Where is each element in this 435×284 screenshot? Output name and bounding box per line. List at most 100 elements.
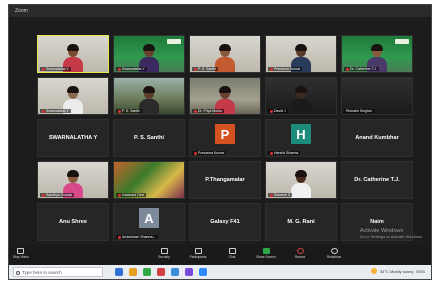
chat-label: Chat [228,255,236,259]
participant-tile[interactable]: Swarnalatha Y [113,35,185,73]
participant-display-name: Anu Shree [59,219,87,225]
mic-muted-icon [270,109,273,113]
participant-tile[interactable]: P Pravanna Kumar [189,119,261,157]
smiley-icon [330,248,338,254]
participant-tile[interactable]: P. S. Santhi [113,119,185,157]
participant-name: Kalaivani Devi [122,193,145,197]
participant-tile[interactable]: P. S. Santhi [189,35,261,73]
share-screen-button[interactable]: Share Screen [251,248,281,259]
participant-name: P. S. Santhi [198,67,217,71]
mic-muted-icon [194,67,197,71]
chat-bubble-icon [228,248,236,254]
participant-name-label: Ramesh S [268,193,293,197]
browser-icon[interactable] [157,268,165,276]
participant-name-label: Swarnalatha Y [40,109,71,113]
participant-name-label: Dr. Priya Muthu [192,109,225,113]
participant-name-label: Sandhya Gowda [40,193,74,197]
participant-tile[interactable]: Rishabh Singhal [341,77,413,115]
participant-name-label: Swarnalatha Y [116,67,147,71]
participant-display-name: Galaxy F41 [210,219,240,225]
participant-tile[interactable]: P. S. Santhi [113,77,185,115]
participant-tile[interactable]: Ramesh S [265,161,337,199]
mic-muted-icon [270,67,273,71]
participant-name-label: Pravanna Kumar [268,67,303,71]
participant-tile[interactable]: Anu Shree [37,203,109,241]
participant-name: David J [274,109,286,113]
system-tray: 34°C Mostly sunny ENG [370,268,425,274]
task-view-icon[interactable] [115,268,123,276]
participants-label: Participants [189,255,207,259]
participant-display-name: SWARNALATHA Y [48,135,98,141]
participant-tile[interactable]: Dr. Catherine T.J. [341,161,413,199]
participant-tile[interactable]: P.Thangamalar [189,161,261,199]
participant-display-name: Dr. Catherine T.J. [354,177,400,183]
participant-tile[interactable]: H Harshit Sharma [265,119,337,157]
taskbar-search-input[interactable]: Type here to search [13,267,103,277]
mic-muted-icon [42,193,45,197]
participant-tile[interactable]: Anand Kumbhar [341,119,413,157]
participant-tile[interactable]: Sandhya Gowda [37,161,109,199]
participant-tile[interactable]: Kalaivani Devi [113,161,185,199]
participant-tile[interactable]: Galaxy F41 [189,203,261,241]
mic-muted-icon [118,235,121,239]
weather-text: 34°C Mostly sunny [379,268,414,274]
app-icon[interactable] [185,268,193,276]
participant-avatar: A [139,208,159,228]
windows-taskbar: Type here to search 34°C Mostly sunny EN… [9,265,431,279]
zoom-icon[interactable] [199,268,207,276]
virtual-background-logo [167,39,181,44]
participant-name-label: P. S. Santhi [192,67,219,71]
participant-name-label: Swarnalatha Y [40,67,71,71]
participant-name: Ramesh S [274,193,291,197]
search-icon [16,271,20,275]
share-screen-label: Share Screen [256,255,276,259]
participant-name: Dr. Priya Muthu [198,109,223,113]
participant-name-label: Rishabh Singhal [344,109,374,113]
participant-name: Pravanna Kumar [198,151,225,155]
participant-name: Harshit Sharma [274,151,299,155]
participant-tile[interactable]: A Arulselvam Shanmu... [113,203,185,241]
mic-muted-icon [118,109,121,113]
virtual-background-logo [395,39,409,44]
record-button[interactable]: Record [285,248,315,259]
chat-button[interactable]: Chat [217,248,247,259]
participant-avatar: P [215,124,235,144]
participant-tile[interactable]: Pravanna Kumar [265,35,337,73]
stop-video-label: Stop Video [13,255,29,259]
participant-name-label: Dr. Catherine T.J. [344,67,379,71]
watermark-subtitle: Go to Settings to activate Windows. [359,234,423,239]
participant-tile[interactable]: Dr. Catherine T.J. [341,35,413,73]
participant-display-name: M. G. Rani [287,219,315,225]
participant-name: Swarnalatha Y [46,67,69,71]
participant-name: Pravanna Kumar [274,67,301,71]
reactions-button[interactable]: Reactions [319,248,349,259]
meeting-controls-toolbar: Stop Video Security Participants Chat Share… [9,245,431,265]
zoom-window: Zoom Swarnalatha Y Swarnalatha Y P. S. San… [8,4,432,280]
mic-muted-icon [194,109,197,113]
language-indicator[interactable]: ENG [416,269,425,274]
participant-tile[interactable]: M. G. Rani [265,203,337,241]
weather-icon [370,268,377,274]
mic-muted-icon [194,151,197,155]
participant-tile[interactable]: SWARNALATHA Y [37,119,109,157]
participant-name: Arulselvam Shanmu... [122,235,157,239]
participant-tile[interactable]: David J [265,77,337,115]
participant-name-label: Pravanna Kumar [192,151,227,155]
record-icon [296,248,304,254]
participant-tile[interactable]: Swarnalatha Y [37,77,109,115]
gallery-row: Swarnalatha Y Swarnalatha Y P. S. Santhi Pr… [37,35,413,73]
security-label: Security [158,255,170,259]
security-button[interactable]: Security [149,248,179,259]
file-explorer-icon[interactable] [129,268,137,276]
stop-video-button[interactable]: Stop Video [13,248,29,259]
participant-tile[interactable]: Swarnalatha Y [37,35,109,73]
mic-muted-icon [270,193,273,197]
participant-tile[interactable]: Dr. Priya Muthu [189,77,261,115]
participant-display-name: P. S. Santhi [133,135,165,141]
people-icon [194,248,202,254]
app-icon[interactable] [143,268,151,276]
mic-muted-icon [346,67,349,71]
video-camera-icon [17,248,25,254]
edge-icon[interactable] [171,268,179,276]
participants-button[interactable]: Participants [183,248,213,259]
